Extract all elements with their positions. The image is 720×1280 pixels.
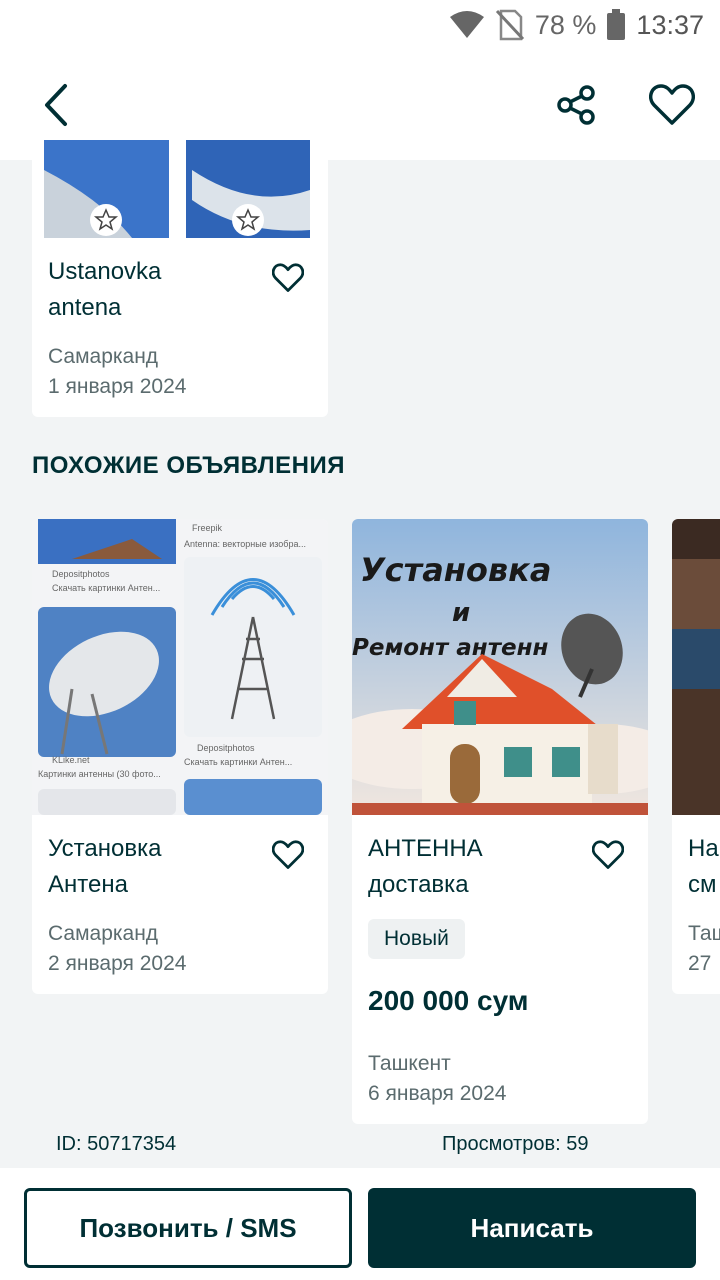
similar-ad-card[interactable]: Depositphotos Скачать картинки Антен... … — [32, 519, 328, 994]
thumb-caption: Depositphotos — [197, 743, 255, 753]
clock: 13:37 — [636, 9, 704, 40]
ad-date: 2 января 2024 — [48, 952, 187, 975]
view-count: Просмотров: 59 — [442, 1133, 589, 1155]
thumb-text: Установка — [360, 551, 551, 589]
ad-title-line2: доставка — [368, 871, 469, 898]
share-button[interactable] — [546, 75, 606, 135]
similar-ad-card[interactable]: На см Таш 27 , — [672, 519, 720, 994]
ad-date: 1 января 2024 — [48, 375, 187, 398]
seller-ad-card[interactable]: Ustanovka antena Самарканд 1 января 2024 — [32, 140, 328, 417]
ad-title-line2: Антена — [48, 871, 128, 898]
ad-title: Установка — [48, 835, 162, 862]
ad-title: На — [688, 835, 719, 862]
battery-percentage: 78 % — [534, 9, 597, 40]
favorite-button[interactable] — [642, 75, 702, 135]
ad-price: 200 000 сум — [368, 985, 529, 1016]
ad-id: ID: 50717354 — [56, 1133, 177, 1155]
thumb-text: и — [452, 598, 470, 628]
ad-favorite-button[interactable] — [268, 258, 308, 298]
ad-title-line2: antena — [48, 294, 122, 321]
thumb-caption: KLike.net — [52, 755, 90, 765]
similar-ads-heading: ПОХОЖИЕ ОБЪЯВЛЕНИЯ — [32, 452, 345, 479]
ad-title: Ustanovka — [48, 258, 162, 285]
no-sim-icon — [495, 9, 524, 41]
ad-thumbnail: Depositphotos Скачать картинки Антен... … — [32, 519, 328, 815]
wifi-icon — [449, 11, 484, 38]
ad-date: 27 , — [688, 952, 712, 994]
back-arrow-icon — [45, 84, 67, 126]
thumb-caption: Скачать картинки Антен... — [184, 757, 292, 767]
ad-thumbnail — [32, 140, 328, 238]
heart-outline-icon — [649, 84, 695, 125]
thumb-text: Ремонт антенн — [352, 635, 549, 661]
thumb-caption: Freepik — [192, 523, 223, 533]
similar-ad-card[interactable]: Установка и Ремонт антенн АНТЕННА достав… — [352, 519, 648, 1124]
write-message-button[interactable]: Написать — [368, 1188, 696, 1268]
ad-thumbnail: Установка и Ремонт антенн — [352, 519, 648, 815]
ad-title: АНТЕННА — [368, 835, 483, 862]
heart-outline-icon — [272, 263, 304, 292]
status-bar: 78 % 13:37 — [0, 0, 720, 50]
share-icon — [557, 85, 595, 125]
thumb-caption: Скачать картинки Антен... — [52, 583, 160, 593]
heart-outline-icon — [592, 840, 624, 869]
ad-thumbnail — [672, 519, 720, 815]
ad-location: Ташкент — [368, 1052, 451, 1075]
thumb-caption: Картинки антенны (30 фото... — [38, 769, 161, 779]
back-button[interactable] — [26, 75, 86, 135]
ad-location: Самарканд — [48, 922, 159, 945]
battery-icon — [607, 9, 626, 40]
ad-favorite-button[interactable] — [588, 835, 628, 875]
ad-favorite-button[interactable] — [268, 835, 308, 875]
ad-location: Самарканд — [48, 345, 159, 368]
ad-title-line2: см — [688, 871, 717, 898]
thumb-caption: Antenna: векторные изобра... — [184, 539, 306, 549]
bottom-action-bar: Позвонить / SMS Написать — [0, 1168, 720, 1280]
ad-date: 6 января 2024 — [368, 1082, 507, 1105]
heart-outline-icon — [272, 840, 304, 869]
thumb-caption: Depositphotos — [52, 569, 110, 579]
ad-location: Таш — [688, 922, 720, 945]
condition-badge: Новый — [368, 919, 465, 959]
call-sms-button[interactable]: Позвонить / SMS — [24, 1188, 352, 1268]
